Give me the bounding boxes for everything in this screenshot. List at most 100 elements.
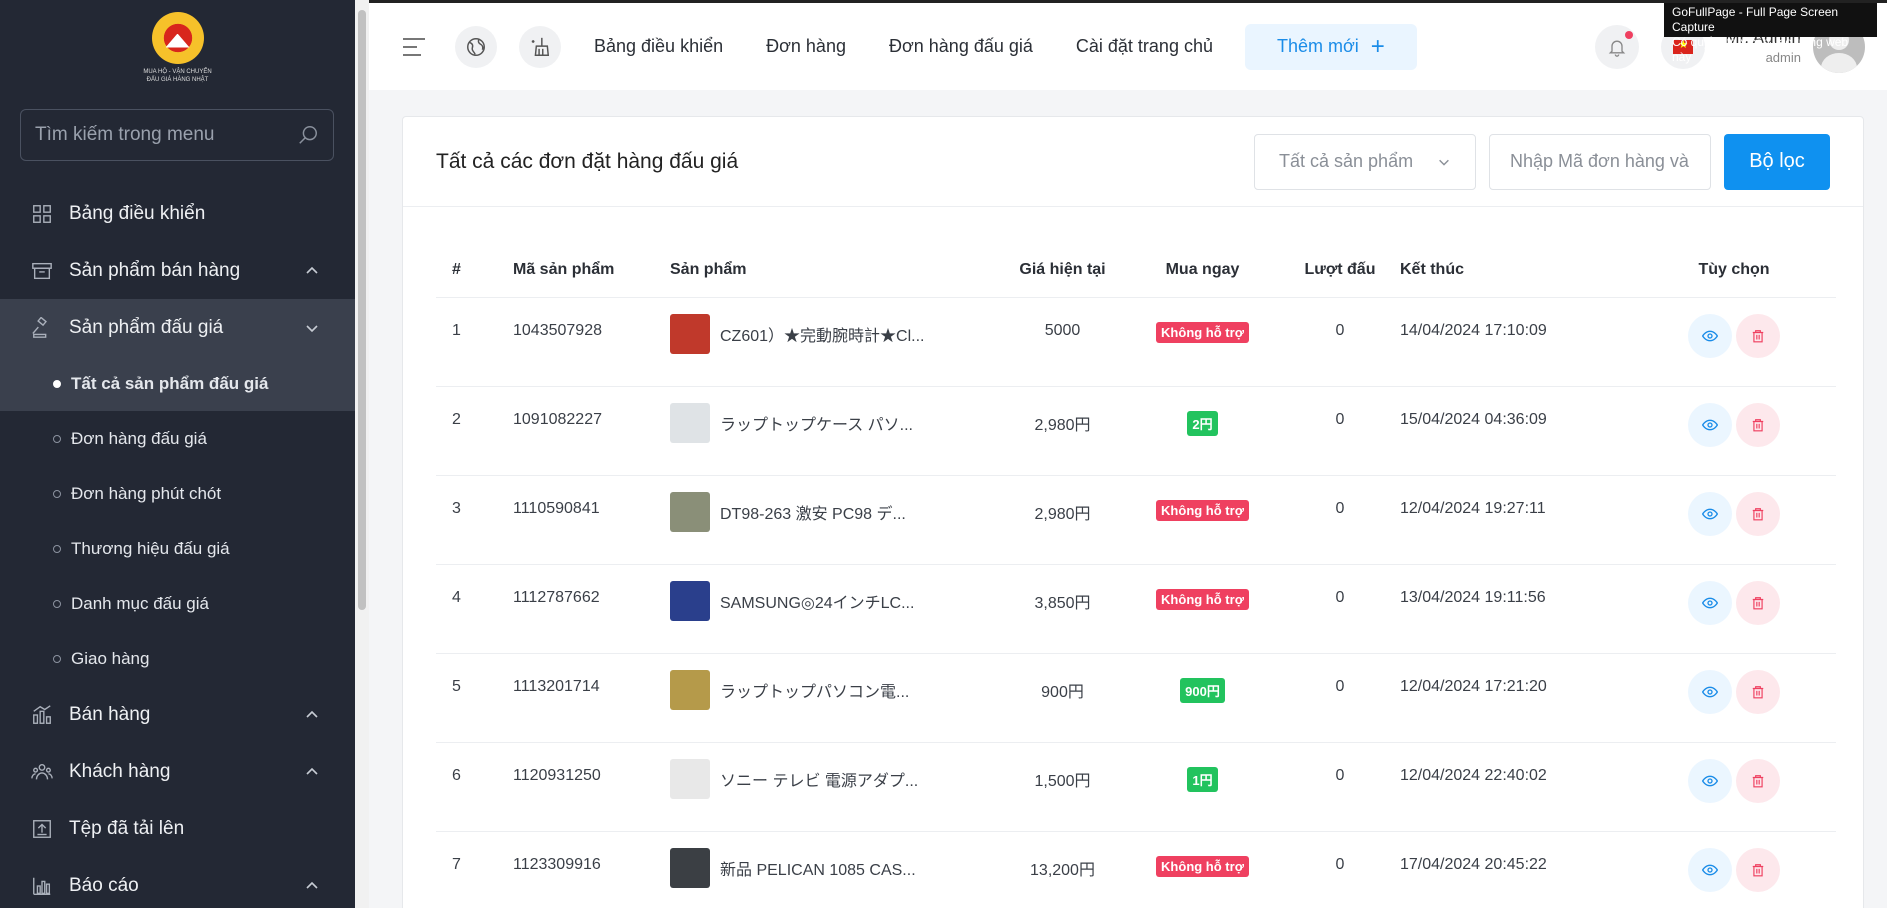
trash-icon xyxy=(1752,418,1764,431)
product-cell: 新品 PELICAN 1085 CAS... xyxy=(670,831,1000,908)
clear-cache-button[interactable] xyxy=(519,25,561,68)
sidebar-subitem-all-auction-products[interactable]: Tất cả sản phẩm đấu giá xyxy=(0,356,355,411)
end-time: 12/04/2024 22:40:02 xyxy=(1400,742,1632,832)
product[interactable]: ラップトップケース パソ... xyxy=(670,402,1000,443)
eye-icon xyxy=(1702,508,1718,519)
menu-toggle-icon[interactable] xyxy=(401,34,427,60)
current-price: 2,980円 xyxy=(1000,386,1125,476)
sidebar-subitem-auction-categories[interactable]: Danh mục đấu giá xyxy=(0,576,355,631)
product-name: ラップトップケース パソ... xyxy=(720,416,913,434)
sidebar-item-label: Sản phẩm đấu giá xyxy=(69,316,224,338)
product-name: DT98-263 激安 PC98 デ... xyxy=(720,505,906,523)
table-row: 6 1120931250 ソニー テレビ 電源アダプ... 1,500円 1円 0 12/0… xyxy=(436,742,1836,832)
sidebar-scrollbar[interactable] xyxy=(355,0,369,908)
logo-text: MUA HỘ - VẬN CHUYỂN ĐẤU GIÁ HÀNG NHẬT xyxy=(143,68,212,83)
product[interactable]: DT98-263 激安 PC98 デ... xyxy=(670,491,1000,532)
product-name: ラップトップパソコン電... xyxy=(720,683,910,701)
sales-icon xyxy=(33,704,51,724)
sidebar-subitem-delivery[interactable]: Giao hàng xyxy=(0,631,355,686)
logo[interactable]: MUA HỘ - VẬN CHUYỂN ĐẤU GIÁ HÀNG NHẬT xyxy=(0,0,355,95)
filter-button[interactable]: Bộ lọc xyxy=(1724,133,1830,190)
buy-now-cell: 2円 xyxy=(1125,386,1280,476)
sidebar-item-sales-products[interactable]: Sản phẩm bán hàng xyxy=(0,242,355,299)
sidebar-item-dashboard[interactable]: Bảng điều khiển xyxy=(0,185,355,242)
product-code: 1123309916 xyxy=(513,831,670,908)
delete-button[interactable] xyxy=(1736,758,1780,803)
view-button[interactable] xyxy=(1688,847,1732,892)
search-icon[interactable] xyxy=(297,124,319,146)
current-price: 13,200円 xyxy=(1000,831,1125,908)
header-nav: Bảng điều khiển Đơn hàng Đơn hàng đấu gi… xyxy=(594,36,1256,57)
sidebar-item-uploaded-files[interactable]: Tệp đã tải lên xyxy=(0,800,355,857)
product[interactable]: CZ601）★完動腕時計★Cl... xyxy=(670,313,1000,354)
product[interactable]: ソニー テレビ 電源アダプ... xyxy=(670,758,1000,799)
product-cell: ラップトップパソコン電... xyxy=(670,653,1000,743)
end-time: 14/04/2024 17:10:09 xyxy=(1400,297,1632,387)
product-cell: ソニー テレビ 電源アダプ... xyxy=(670,742,1000,832)
tooltip-line: GoFullPage - Full Page Screen Capture xyxy=(1672,5,1839,34)
column-header: Giá hiện tại xyxy=(1000,243,1125,298)
sidebar-item-customers[interactable]: Khách hàng xyxy=(0,743,355,800)
column-header: # xyxy=(436,243,513,298)
sidebar-menu: Bảng điều khiển Sản phẩm bán hàng Sản ph… xyxy=(0,185,355,908)
nav-dashboard-link[interactable]: Bảng điều khiển xyxy=(594,36,723,57)
sidebar-search-input[interactable] xyxy=(35,124,275,146)
product-thumbnail xyxy=(670,758,710,799)
product-code: 1110590841 xyxy=(513,475,670,565)
end-time: 12/04/2024 19:27:11 xyxy=(1400,475,1632,565)
view-button[interactable] xyxy=(1688,402,1732,447)
notification-button[interactable] xyxy=(1595,24,1640,69)
product[interactable]: SAMSUNG◎24インチLC... xyxy=(670,580,1000,621)
row-actions xyxy=(1688,491,1780,536)
buy-now-cell: Không hỗ trợ xyxy=(1125,297,1280,387)
add-new-button[interactable]: Thêm mới + xyxy=(1244,23,1417,70)
product-thumbnail xyxy=(670,402,710,443)
bullet-icon xyxy=(53,434,61,443)
scrollbar-thumb[interactable] xyxy=(358,10,366,610)
options-cell xyxy=(1632,831,1836,908)
nav-auction-orders-link[interactable]: Đơn hàng đấu giá xyxy=(889,36,1033,57)
delete-button[interactable] xyxy=(1736,402,1780,447)
delete-button[interactable] xyxy=(1736,580,1780,625)
sidebar-item-sales[interactable]: Bán hàng xyxy=(0,686,355,743)
product-filter-select[interactable]: Tất cả sản phẩm xyxy=(1254,133,1476,190)
tooltip-line: Có quyền truy cập vào trang web này xyxy=(1672,35,1849,64)
view-button[interactable] xyxy=(1688,669,1732,714)
delete-button[interactable] xyxy=(1736,669,1780,714)
buy-now-badge: Không hỗ trợ xyxy=(1156,588,1249,610)
bullet-icon xyxy=(53,544,61,553)
auction-orders-card: Tất cả các đơn đặt hàng đấu giá Tất cả s… xyxy=(402,116,1864,908)
column-header: Mã sản phẩm xyxy=(513,243,670,298)
sidebar-subitem-label: Đơn hàng phút chót xyxy=(71,483,222,503)
nav-homepage-settings-link[interactable]: Cài đặt trang chủ xyxy=(1076,36,1213,57)
options-cell xyxy=(1632,742,1836,832)
sidebar-subitem-auction-brands[interactable]: Thương hiệu đấu giá xyxy=(0,521,355,576)
sidebar-subitem-auction-orders[interactable]: Đơn hàng đấu giá xyxy=(0,411,355,466)
nav-orders-link[interactable]: Đơn hàng xyxy=(766,36,846,57)
product[interactable]: 新品 PELICAN 1085 CAS... xyxy=(670,847,1000,888)
order-code-input[interactable] xyxy=(1489,133,1711,190)
end-time: 12/04/2024 17:21:20 xyxy=(1400,653,1632,743)
view-button[interactable] xyxy=(1688,313,1732,358)
product-thumbnail xyxy=(670,847,710,888)
row-number: 6 xyxy=(436,742,513,832)
sidebar-search xyxy=(20,109,334,161)
delete-button[interactable] xyxy=(1736,313,1780,358)
sidebar-item-reports[interactable]: Báo cáo xyxy=(0,857,355,908)
view-button[interactable] xyxy=(1688,580,1732,625)
globe-button[interactable] xyxy=(455,25,497,68)
delete-button[interactable] xyxy=(1736,847,1780,892)
buy-now-cell: Không hỗ trợ xyxy=(1125,831,1280,908)
sidebar-subitem-last-minute-orders[interactable]: Đơn hàng phút chót xyxy=(0,466,355,521)
eye-icon xyxy=(1702,597,1718,608)
buy-now-badge: Không hỗ trợ xyxy=(1156,321,1249,343)
trash-icon xyxy=(1752,863,1764,876)
view-button[interactable] xyxy=(1688,758,1732,803)
broom-icon xyxy=(531,37,550,56)
product[interactable]: ラップトップパソコン電... xyxy=(670,669,1000,710)
chevron-up-icon xyxy=(306,266,318,274)
delete-button[interactable] xyxy=(1736,491,1780,536)
view-button[interactable] xyxy=(1688,491,1732,536)
sidebar-item-auction-products[interactable]: Sản phẩm đấu giá xyxy=(0,299,355,356)
product-cell: SAMSUNG◎24インチLC... xyxy=(670,564,1000,654)
